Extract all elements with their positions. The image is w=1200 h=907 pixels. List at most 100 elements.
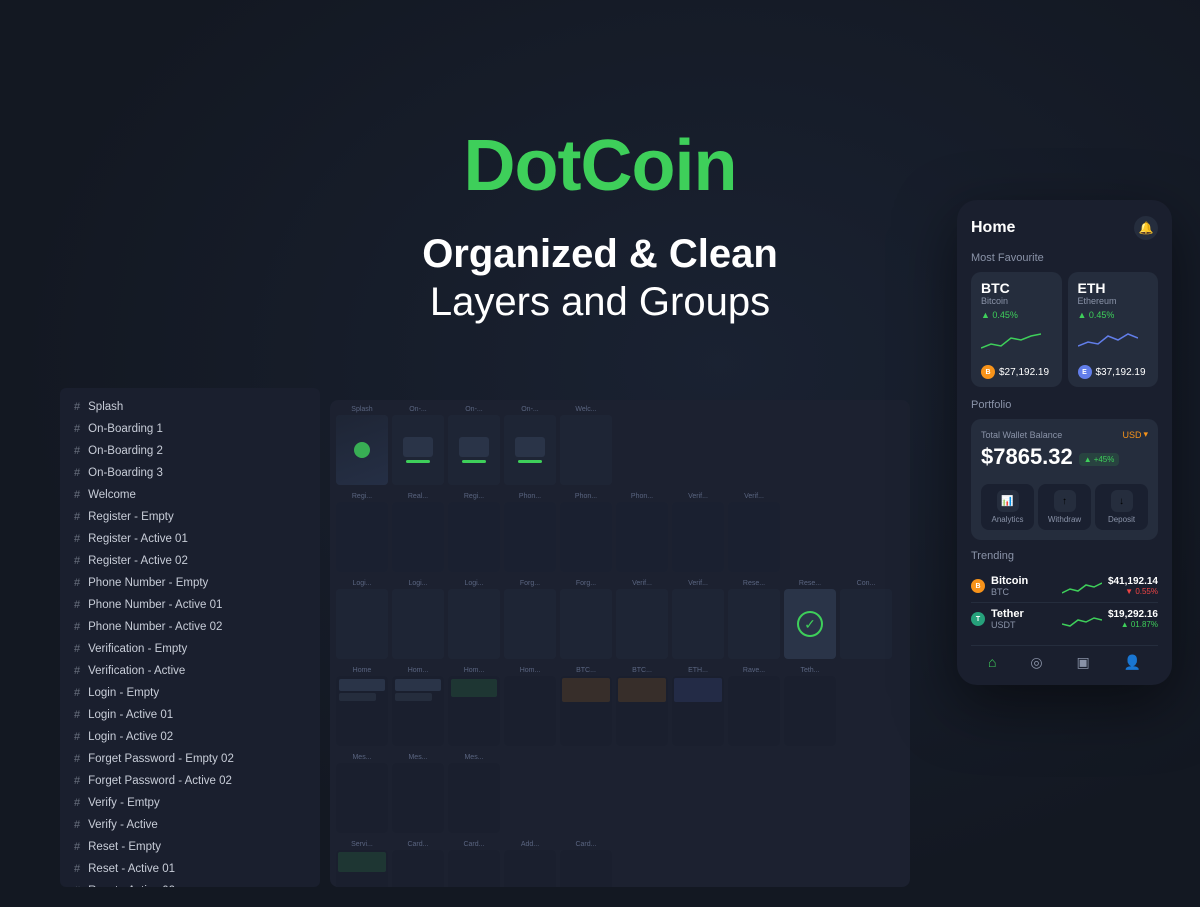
layer-hash-icon: # bbox=[74, 555, 80, 567]
layer-item-label: Login - Empty bbox=[88, 687, 159, 699]
screen-thumb-f2 bbox=[560, 589, 612, 659]
portfolio-balance-row: $7865.32 ▲ +45% bbox=[981, 442, 1148, 476]
trending-usdt-dot: T bbox=[971, 612, 985, 626]
layer-item[interactable]: #On-Boarding 1 bbox=[60, 418, 320, 440]
btc-sparkline bbox=[981, 328, 1041, 352]
layer-hash-icon: # bbox=[74, 643, 80, 655]
layer-item[interactable]: #Forget Password - Empty 02 bbox=[60, 748, 320, 770]
row5-label-1: Mes... bbox=[336, 754, 388, 761]
row2-label-8: Verif... bbox=[728, 493, 780, 500]
layer-hash-icon: # bbox=[74, 775, 80, 787]
nav-home-icon[interactable]: ⌂ bbox=[988, 654, 996, 671]
layer-item[interactable]: #Verification - Active bbox=[60, 660, 320, 682]
row2-label-6: Phon... bbox=[616, 493, 668, 500]
wallet-balance-label: Total Wallet Balance bbox=[981, 430, 1062, 440]
analytics-label: Analytics bbox=[991, 515, 1023, 524]
row3-label-6: Verif... bbox=[616, 580, 668, 587]
row6-label-2: Card... bbox=[392, 841, 444, 848]
layer-item[interactable]: #Phone Number - Empty bbox=[60, 572, 320, 594]
eth-fav-card[interactable]: ETH Ethereum ▲ 0.45% E $37,192.19 bbox=[1068, 272, 1159, 387]
layer-hash-icon: # bbox=[74, 599, 80, 611]
row3-label-2: Logi... bbox=[392, 580, 444, 587]
analytics-action[interactable]: 📊 Analytics bbox=[981, 484, 1034, 530]
phone-header: Home 🔔 bbox=[971, 216, 1158, 240]
row3-label-9: Rese... bbox=[784, 580, 836, 587]
layer-item[interactable]: #Phone Number - Active 01 bbox=[60, 594, 320, 616]
portfolio-currency: USD ▾ bbox=[1122, 429, 1148, 440]
screen-thumb-s1 bbox=[336, 850, 388, 887]
screen-thumb-a1 bbox=[504, 850, 556, 887]
btc-name: Bitcoin bbox=[981, 296, 1052, 306]
portfolio-card: Total Wallet Balance USD ▾ $7865.32 ▲ +4… bbox=[971, 419, 1158, 540]
btc-price-row: B $27,192.19 bbox=[981, 365, 1052, 379]
layer-item[interactable]: #Verify - Active bbox=[60, 814, 320, 836]
row3-label-5: Forg... bbox=[560, 580, 612, 587]
screen-thumb-l1 bbox=[336, 589, 388, 659]
btc-coin-dot: B bbox=[981, 365, 995, 379]
screen-thumb-onboarding2 bbox=[448, 415, 500, 485]
layer-hash-icon: # bbox=[74, 885, 80, 887]
layer-item-label: Login - Active 02 bbox=[88, 731, 173, 743]
screen-thumb-r8 bbox=[728, 502, 780, 572]
btc-change: ▲ 0.45% bbox=[981, 310, 1052, 320]
row2-label-1: Regi... bbox=[336, 493, 388, 500]
nav-portfolio-icon[interactable]: ▣ bbox=[1076, 654, 1089, 671]
layer-item[interactable]: #Register - Active 02 bbox=[60, 550, 320, 572]
layer-item[interactable]: #Verify - Emtpy bbox=[60, 792, 320, 814]
btc-price: $27,192.19 bbox=[999, 367, 1049, 378]
withdraw-action[interactable]: ↑ Withdraw bbox=[1038, 484, 1091, 530]
screen-thumb-l2 bbox=[392, 589, 444, 659]
screen-label-welc: Welc... bbox=[560, 406, 612, 413]
trending-tether[interactable]: T Tether USDT $19,292.16 ▲ 01.87% bbox=[971, 603, 1158, 635]
nav-profile-icon[interactable]: 👤 bbox=[1124, 654, 1141, 671]
row4-label-3: Hom... bbox=[448, 667, 500, 674]
layer-item[interactable]: #Login - Active 01 bbox=[60, 704, 320, 726]
trending-bitcoin[interactable]: B Bitcoin BTC $41,192.14 ▼ 0.55% bbox=[971, 570, 1158, 603]
deposit-action[interactable]: ↓ Deposit bbox=[1095, 484, 1148, 530]
nav-market-icon[interactable]: ◎ bbox=[1030, 654, 1042, 671]
screen-thumb-splash bbox=[336, 415, 388, 485]
layer-item[interactable]: #Phone Number - Active 02 bbox=[60, 616, 320, 638]
screen-thumb-r2 bbox=[392, 502, 444, 572]
layer-item[interactable]: #Reset - Active 01 bbox=[60, 858, 320, 880]
layer-item-label: Register - Active 01 bbox=[88, 533, 188, 545]
layer-item[interactable]: #On-Boarding 2 bbox=[60, 440, 320, 462]
trending-btc-ticker: Bitcoin bbox=[991, 575, 1056, 587]
layer-item[interactable]: #Welcome bbox=[60, 484, 320, 506]
eth-ticker: ETH bbox=[1078, 280, 1149, 296]
row3-label-3: Logi... bbox=[448, 580, 500, 587]
layer-item-label: Verification - Active bbox=[88, 665, 185, 677]
trending-label: Trending bbox=[971, 550, 1158, 562]
trending-btc-change: ▼ 0.55% bbox=[1108, 587, 1158, 596]
portfolio-header: Total Wallet Balance USD ▾ bbox=[981, 429, 1148, 440]
phone-mockup: Home 🔔 Most Favourite BTC Bitcoin ▲ 0.45… bbox=[957, 200, 1172, 685]
trending-usdt-change: ▲ 01.87% bbox=[1108, 620, 1158, 629]
trending-btc-name: BTC bbox=[991, 587, 1056, 597]
layer-item[interactable]: #Reset - Active 02 bbox=[60, 880, 320, 887]
bell-icon[interactable]: 🔔 bbox=[1134, 216, 1158, 240]
layer-item[interactable]: # On-Boarding 3 bbox=[60, 462, 320, 484]
layer-item[interactable]: #Reset - Empty bbox=[60, 836, 320, 858]
btc-fav-card[interactable]: BTC Bitcoin ▲ 0.45% B $27,192.19 bbox=[971, 272, 1062, 387]
layer-item-label: On-Boarding 3 bbox=[88, 467, 163, 479]
layer-item[interactable]: #Register - Empty bbox=[60, 506, 320, 528]
layer-item[interactable]: # Verification - Empty bbox=[60, 638, 320, 660]
screen-label-on2: On-... bbox=[448, 406, 500, 413]
layer-hash-icon: # bbox=[74, 401, 80, 413]
layer-item[interactable]: #Forget Password - Active 02 bbox=[60, 770, 320, 792]
layer-hash-icon: # bbox=[74, 797, 80, 809]
layer-item[interactable]: #Login - Active 02 bbox=[60, 726, 320, 748]
row6-label-1: Servi... bbox=[336, 841, 388, 848]
analytics-icon: 📊 bbox=[997, 490, 1019, 512]
row3-label-1: Logi... bbox=[336, 580, 388, 587]
row5-label-2: Mes... bbox=[392, 754, 444, 761]
layer-item-label: Verification - Empty bbox=[88, 643, 187, 655]
layer-item[interactable]: #Login - Empty bbox=[60, 682, 320, 704]
layer-item[interactable]: #Splash bbox=[60, 396, 320, 418]
row2-label-3: Regi... bbox=[448, 493, 500, 500]
screen-thumb-btc2 bbox=[616, 676, 668, 746]
screen-thumb-r1 bbox=[336, 502, 388, 572]
btc-ticker: BTC bbox=[981, 280, 1052, 296]
layer-item[interactable]: #Register - Active 01 bbox=[60, 528, 320, 550]
layer-hash-icon: # bbox=[74, 467, 80, 479]
